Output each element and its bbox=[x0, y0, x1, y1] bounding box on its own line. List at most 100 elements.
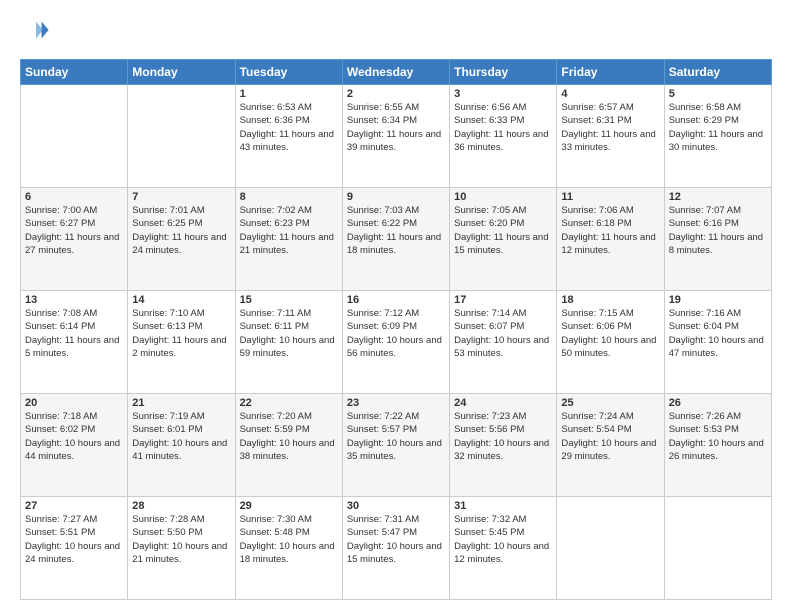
day-info: Sunset: 5:56 PM bbox=[454, 423, 552, 436]
day-header-thursday: Thursday bbox=[450, 60, 557, 85]
day-info: Sunset: 6:11 PM bbox=[240, 320, 338, 333]
day-info: Sunset: 6:33 PM bbox=[454, 114, 552, 127]
day-number: 1 bbox=[240, 88, 338, 100]
header-row: SundayMondayTuesdayWednesdayThursdayFrid… bbox=[21, 60, 772, 85]
day-info: Sunrise: 7:00 AM bbox=[25, 204, 123, 217]
day-number: 18 bbox=[561, 294, 659, 306]
day-info: Sunset: 6:06 PM bbox=[561, 320, 659, 333]
day-info: Sunset: 5:59 PM bbox=[240, 423, 338, 436]
calendar-cell: 15Sunrise: 7:11 AMSunset: 6:11 PMDayligh… bbox=[235, 291, 342, 394]
day-info: Daylight: 11 hours and 12 minutes. bbox=[561, 231, 659, 258]
day-info: Sunset: 6:02 PM bbox=[25, 423, 123, 436]
calendar-cell: 25Sunrise: 7:24 AMSunset: 5:54 PMDayligh… bbox=[557, 394, 664, 497]
calendar-cell: 9Sunrise: 7:03 AMSunset: 6:22 PMDaylight… bbox=[342, 188, 449, 291]
day-header-monday: Monday bbox=[128, 60, 235, 85]
day-info: Sunset: 6:23 PM bbox=[240, 217, 338, 230]
day-info: Daylight: 11 hours and 2 minutes. bbox=[132, 334, 230, 361]
day-info: Sunset: 6:01 PM bbox=[132, 423, 230, 436]
day-info: Sunrise: 7:24 AM bbox=[561, 410, 659, 423]
day-info: Sunset: 5:51 PM bbox=[25, 526, 123, 539]
day-info: Sunrise: 6:56 AM bbox=[454, 101, 552, 114]
day-number: 8 bbox=[240, 191, 338, 203]
day-number: 31 bbox=[454, 500, 552, 512]
page: SundayMondayTuesdayWednesdayThursdayFrid… bbox=[0, 0, 792, 612]
week-row-1: 1Sunrise: 6:53 AMSunset: 6:36 PMDaylight… bbox=[21, 85, 772, 188]
day-info: Daylight: 11 hours and 5 minutes. bbox=[25, 334, 123, 361]
calendar-cell: 7Sunrise: 7:01 AMSunset: 6:25 PMDaylight… bbox=[128, 188, 235, 291]
day-number: 26 bbox=[669, 397, 767, 409]
day-info: Sunset: 6:34 PM bbox=[347, 114, 445, 127]
day-number: 25 bbox=[561, 397, 659, 409]
day-number: 20 bbox=[25, 397, 123, 409]
day-info: Sunrise: 7:05 AM bbox=[454, 204, 552, 217]
calendar: SundayMondayTuesdayWednesdayThursdayFrid… bbox=[20, 59, 772, 600]
calendar-cell: 11Sunrise: 7:06 AMSunset: 6:18 PMDayligh… bbox=[557, 188, 664, 291]
day-info: Sunrise: 7:03 AM bbox=[347, 204, 445, 217]
day-info: Sunset: 5:53 PM bbox=[669, 423, 767, 436]
day-number: 13 bbox=[25, 294, 123, 306]
week-row-2: 6Sunrise: 7:00 AMSunset: 6:27 PMDaylight… bbox=[21, 188, 772, 291]
day-info: Sunset: 6:16 PM bbox=[669, 217, 767, 230]
day-info: Sunrise: 6:53 AM bbox=[240, 101, 338, 114]
day-info: Daylight: 10 hours and 59 minutes. bbox=[240, 334, 338, 361]
day-info: Daylight: 10 hours and 35 minutes. bbox=[347, 437, 445, 464]
day-info: Daylight: 10 hours and 15 minutes. bbox=[347, 540, 445, 567]
day-info: Sunrise: 7:11 AM bbox=[240, 307, 338, 320]
day-info: Daylight: 10 hours and 41 minutes. bbox=[132, 437, 230, 464]
day-info: Sunset: 6:07 PM bbox=[454, 320, 552, 333]
day-number: 22 bbox=[240, 397, 338, 409]
calendar-cell bbox=[557, 497, 664, 600]
week-row-4: 20Sunrise: 7:18 AMSunset: 6:02 PMDayligh… bbox=[21, 394, 772, 497]
day-info: Sunset: 6:25 PM bbox=[132, 217, 230, 230]
day-info: Daylight: 10 hours and 56 minutes. bbox=[347, 334, 445, 361]
day-info: Daylight: 11 hours and 24 minutes. bbox=[132, 231, 230, 258]
day-info: Daylight: 11 hours and 21 minutes. bbox=[240, 231, 338, 258]
day-info: Sunset: 5:50 PM bbox=[132, 526, 230, 539]
day-number: 28 bbox=[132, 500, 230, 512]
day-info: Sunrise: 7:02 AM bbox=[240, 204, 338, 217]
day-info: Sunset: 6:20 PM bbox=[454, 217, 552, 230]
day-info: Sunrise: 7:10 AM bbox=[132, 307, 230, 320]
day-number: 16 bbox=[347, 294, 445, 306]
day-number: 27 bbox=[25, 500, 123, 512]
day-info: Sunset: 6:09 PM bbox=[347, 320, 445, 333]
calendar-cell: 8Sunrise: 7:02 AMSunset: 6:23 PMDaylight… bbox=[235, 188, 342, 291]
calendar-cell: 26Sunrise: 7:26 AMSunset: 5:53 PMDayligh… bbox=[664, 394, 771, 497]
day-number: 9 bbox=[347, 191, 445, 203]
header bbox=[20, 16, 772, 49]
day-info: Sunrise: 7:18 AM bbox=[25, 410, 123, 423]
day-info: Daylight: 10 hours and 32 minutes. bbox=[454, 437, 552, 464]
day-info: Sunrise: 7:28 AM bbox=[132, 513, 230, 526]
calendar-cell: 23Sunrise: 7:22 AMSunset: 5:57 PMDayligh… bbox=[342, 394, 449, 497]
day-info: Daylight: 10 hours and 29 minutes. bbox=[561, 437, 659, 464]
calendar-cell: 22Sunrise: 7:20 AMSunset: 5:59 PMDayligh… bbox=[235, 394, 342, 497]
day-info: Sunrise: 7:01 AM bbox=[132, 204, 230, 217]
day-info: Sunrise: 7:26 AM bbox=[669, 410, 767, 423]
day-info: Sunrise: 7:15 AM bbox=[561, 307, 659, 320]
calendar-cell bbox=[128, 85, 235, 188]
day-info: Daylight: 10 hours and 50 minutes. bbox=[561, 334, 659, 361]
week-row-5: 27Sunrise: 7:27 AMSunset: 5:51 PMDayligh… bbox=[21, 497, 772, 600]
day-info: Daylight: 11 hours and 36 minutes. bbox=[454, 128, 552, 155]
day-info: Daylight: 11 hours and 30 minutes. bbox=[669, 128, 767, 155]
calendar-cell: 1Sunrise: 6:53 AMSunset: 6:36 PMDaylight… bbox=[235, 85, 342, 188]
day-info: Sunrise: 7:08 AM bbox=[25, 307, 123, 320]
day-number: 2 bbox=[347, 88, 445, 100]
calendar-cell: 14Sunrise: 7:10 AMSunset: 6:13 PMDayligh… bbox=[128, 291, 235, 394]
week-row-3: 13Sunrise: 7:08 AMSunset: 6:14 PMDayligh… bbox=[21, 291, 772, 394]
day-header-saturday: Saturday bbox=[664, 60, 771, 85]
logo-icon bbox=[22, 16, 50, 44]
day-info: Daylight: 11 hours and 39 minutes. bbox=[347, 128, 445, 155]
calendar-cell: 29Sunrise: 7:30 AMSunset: 5:48 PMDayligh… bbox=[235, 497, 342, 600]
calendar-cell: 18Sunrise: 7:15 AMSunset: 6:06 PMDayligh… bbox=[557, 291, 664, 394]
day-info: Daylight: 10 hours and 24 minutes. bbox=[25, 540, 123, 567]
day-info: Sunrise: 7:32 AM bbox=[454, 513, 552, 526]
day-info: Daylight: 10 hours and 44 minutes. bbox=[25, 437, 123, 464]
day-number: 14 bbox=[132, 294, 230, 306]
calendar-cell: 20Sunrise: 7:18 AMSunset: 6:02 PMDayligh… bbox=[21, 394, 128, 497]
day-info: Sunrise: 6:58 AM bbox=[669, 101, 767, 114]
calendar-cell: 2Sunrise: 6:55 AMSunset: 6:34 PMDaylight… bbox=[342, 85, 449, 188]
day-number: 5 bbox=[669, 88, 767, 100]
day-info: Sunset: 6:22 PM bbox=[347, 217, 445, 230]
day-info: Daylight: 11 hours and 8 minutes. bbox=[669, 231, 767, 258]
